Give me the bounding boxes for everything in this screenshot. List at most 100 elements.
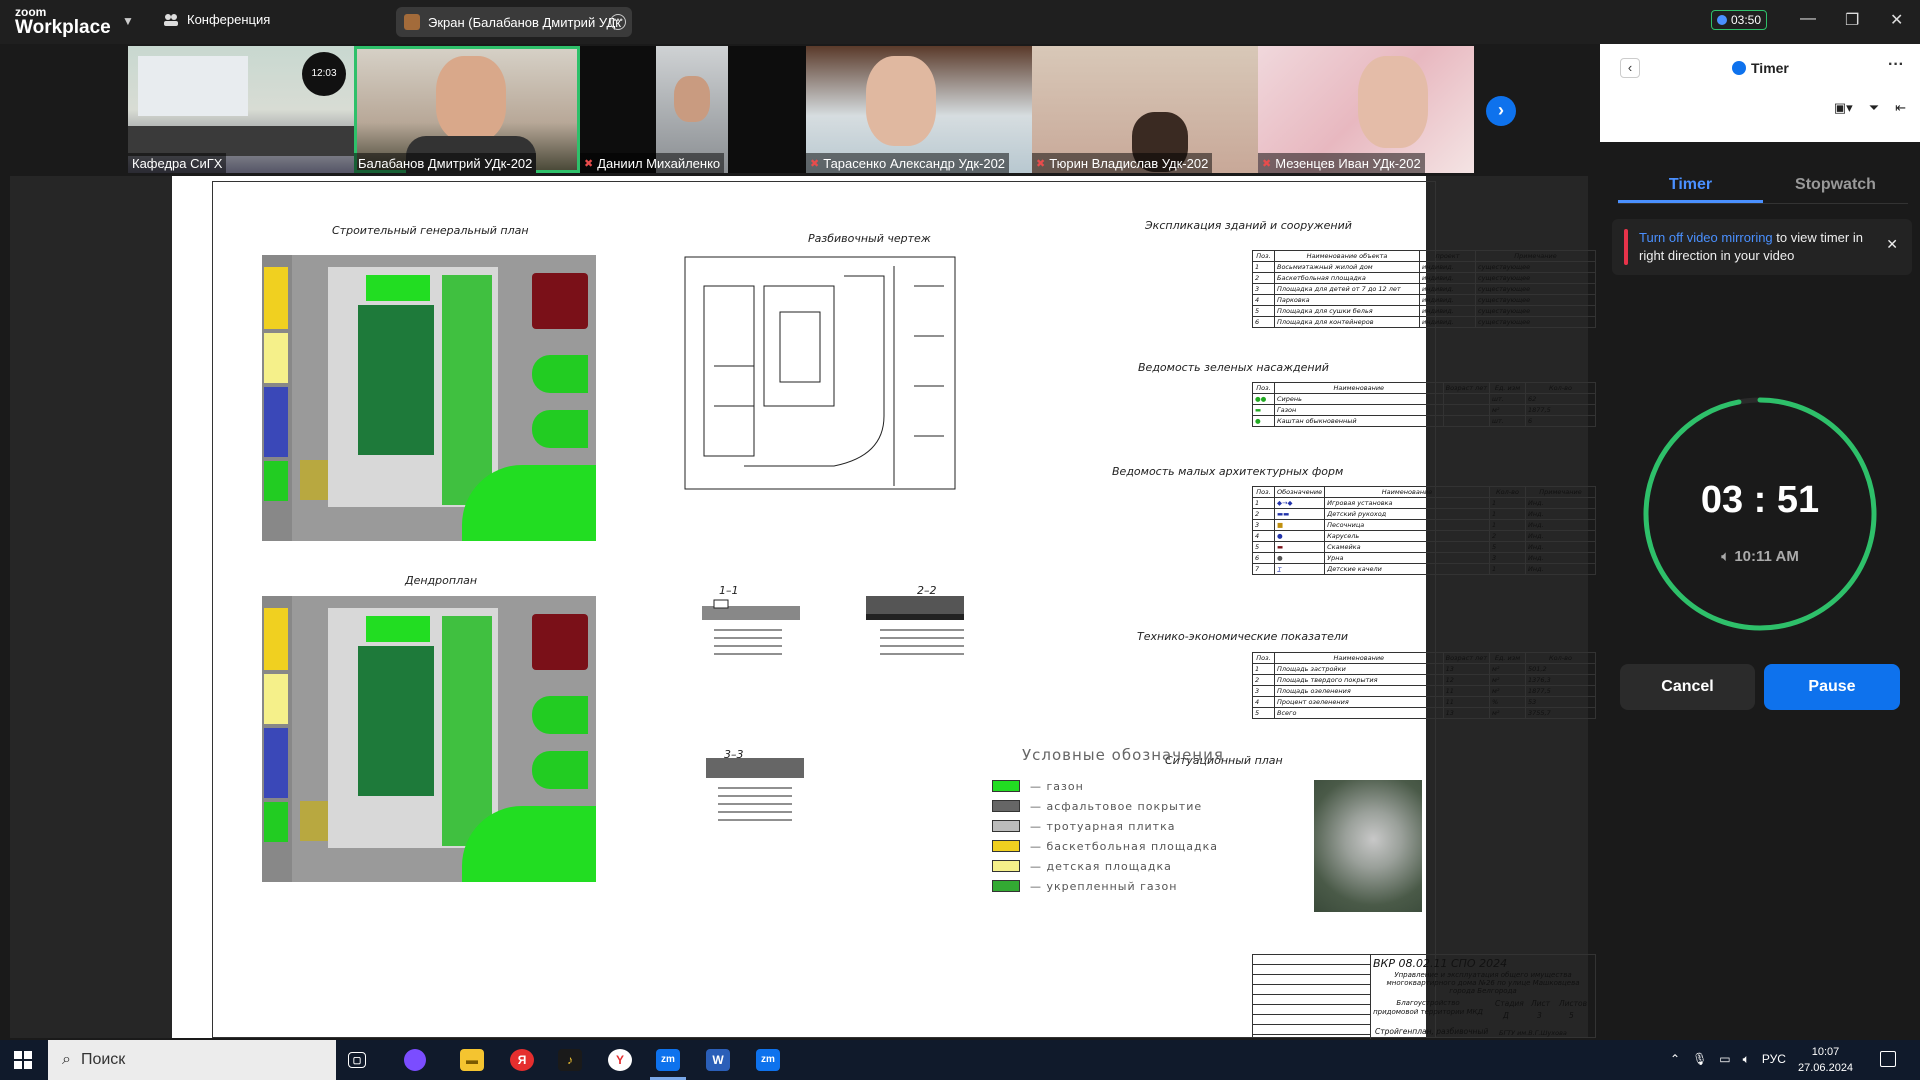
clock-date: 27.06.2024: [1798, 1062, 1854, 1074]
filter-icon[interactable]: ⏷: [1869, 100, 1879, 116]
tab-stopwatch[interactable]: Stopwatch: [1763, 174, 1908, 203]
table-cell: Инд.: [1525, 563, 1596, 575]
yandex-icon[interactable]: Y: [608, 1049, 632, 1071]
layout-drawing: [684, 256, 956, 490]
table-header: Возраст лет: [1442, 382, 1491, 394]
table-cell: 2: [1252, 272, 1275, 284]
table-cell: 3: [1489, 552, 1526, 564]
table-cell: Скамейка: [1324, 541, 1490, 553]
table-header: Наименование: [1324, 486, 1490, 498]
table-cell: 1877,5: [1525, 404, 1596, 416]
task-view-icon[interactable]: ▢: [348, 1052, 366, 1068]
table-cell: Инд.: [1525, 497, 1596, 509]
zoom-app-icon[interactable]: zm: [656, 1049, 680, 1071]
participant-tile[interactable]: 12:03 Кафедра СиГХ: [128, 46, 354, 173]
system-clock[interactable]: 10:07 27.06.2024: [1798, 1044, 1853, 1076]
table-header: Поз.: [1252, 486, 1275, 498]
participant-tile[interactable]: ✖ Даниил Михайленко: [580, 46, 806, 173]
alice-icon[interactable]: [404, 1049, 426, 1071]
more-icon[interactable]: •••: [610, 14, 626, 30]
stamp-sheet-label: Лист: [1531, 999, 1551, 1008]
taskbar-search[interactable]: ⌕ Поиск: [48, 1040, 336, 1080]
table-row: 7 Ɪ Детские качели 1 Инд.: [1252, 563, 1596, 575]
table-cell: существующее: [1475, 283, 1596, 295]
legend-item: — газон: [992, 776, 1224, 796]
minimize-icon[interactable]: —: [1800, 10, 1816, 28]
table-row: 3 ■ Песочница 1 Инд.: [1252, 519, 1596, 531]
participant-tile[interactable]: ✖ Тарасенко Александр Удк-202: [806, 46, 1032, 173]
table-cell: Инд.: [1525, 519, 1596, 531]
chevron-down-icon[interactable]: ▼: [122, 14, 134, 28]
close-icon[interactable]: ✕: [1890, 10, 1903, 30]
table-cell: существующее: [1475, 316, 1596, 328]
screen-share-pill[interactable]: Экран (Балабанов Дмитрий УДк •••: [396, 7, 632, 37]
turn-off-mirroring-link[interactable]: Turn off video mirroring: [1639, 230, 1773, 245]
table-header: Кол-во: [1489, 486, 1526, 498]
participant-tile[interactable]: ✖ Тюрин Владислав Удк-202: [1032, 46, 1258, 173]
volume-icon[interactable]: 🔈︎: [1743, 1052, 1750, 1067]
file-explorer-icon[interactable]: ▬: [460, 1049, 484, 1071]
situation-plan-image: [1314, 780, 1422, 912]
table-cell: Площадь застройки: [1274, 663, 1444, 675]
table-header: Наименование объекта: [1274, 250, 1420, 262]
green-table: Поз. Наименование Возраст лет Ед. изм Ко…: [1252, 382, 1596, 427]
table-header-row: Поз. Обозначение Наименование Кол-во При…: [1252, 486, 1596, 498]
chevron-up-icon[interactable]: ⌃: [1670, 1052, 1680, 1067]
conference-label: Конференция: [187, 12, 271, 27]
network-icon[interactable]: ▭: [1719, 1052, 1730, 1067]
basketball-court: [264, 267, 288, 329]
pause-button[interactable]: Pause: [1764, 664, 1900, 710]
language-indicator[interactable]: РУС: [1762, 1052, 1786, 1067]
table-cell: 1: [1489, 519, 1526, 531]
zoom-app-icon[interactable]: zm: [756, 1049, 780, 1071]
word-icon[interactable]: W: [706, 1049, 730, 1071]
timer-app-icon: [1732, 61, 1746, 75]
table-cell: 5: [1252, 305, 1275, 317]
table-header: Кол-во: [1525, 652, 1596, 664]
zoom-logo[interactable]: zoom Workplace: [15, 6, 111, 37]
table-row: 4 Парковка индивид. существующее: [1252, 294, 1596, 306]
mic-muted-icon: ✖: [810, 157, 820, 170]
timer-badge[interactable]: 03:50: [1711, 10, 1767, 30]
monkey-bars-icon: ▬▬: [1273, 508, 1326, 520]
table-cell: 1: [1252, 497, 1275, 509]
reinforced-lawn: [442, 616, 492, 846]
table-cell: 2: [1252, 674, 1275, 686]
table-row: 3 Площадь озеленения 11 м² 1877,5: [1252, 685, 1596, 697]
stamp-stage: Д: [1503, 1011, 1509, 1020]
tab-timer[interactable]: Timer: [1618, 174, 1763, 203]
table-header: Возраст лет: [1442, 652, 1491, 664]
camera-share-icon[interactable]: ▣▾: [1834, 100, 1853, 116]
panel-title: Timer: [1732, 60, 1789, 76]
table-cell: шт.: [1489, 393, 1526, 405]
table-cell: [1442, 415, 1491, 427]
windows-start-icon[interactable]: [14, 1051, 32, 1069]
maximize-icon[interactable]: ❐: [1845, 10, 1859, 30]
table-header: Ед. изм: [1489, 382, 1526, 394]
carousel-icon: ●: [1273, 530, 1326, 542]
table-header: Поз.: [1252, 382, 1275, 394]
conference-button[interactable]: Конференция: [163, 12, 270, 27]
section-1-drawing: [702, 599, 800, 655]
timer-panel: ‹ Timer ··· ▣▾ ⏷ ⇤ Timer Stopwatch Turn …: [1600, 44, 1920, 1036]
explication-title: Экспликация зданий и сооружений: [1145, 219, 1352, 232]
participant-tile[interactable]: ✖ Мезенцев Иван УДк-202: [1258, 46, 1474, 173]
cancel-button[interactable]: Cancel: [1620, 664, 1755, 710]
table-row: 5 ▬ Скамейка 5 Инд.: [1252, 541, 1596, 553]
participant-name: ✖ Даниил Михайленко: [580, 153, 725, 173]
next-page-button[interactable]: ›: [1486, 96, 1516, 126]
microphone-icon[interactable]: 🎙︎: [1692, 1052, 1707, 1067]
yandex-music-icon[interactable]: ♪: [558, 1049, 582, 1071]
table-cell: [1442, 393, 1491, 405]
collapse-panel-icon[interactable]: ⇤: [1895, 100, 1906, 116]
notifications-icon[interactable]: [1880, 1051, 1896, 1067]
more-options-icon[interactable]: ···: [1888, 56, 1904, 74]
table-cell: 4: [1252, 530, 1275, 542]
legend-swatch: [992, 820, 1020, 832]
back-icon[interactable]: ‹: [1620, 58, 1640, 78]
close-notice-icon[interactable]: ✕: [1886, 236, 1898, 253]
section-2-drawing: [866, 596, 964, 655]
yandex-browser-icon[interactable]: Я: [510, 1049, 534, 1071]
table-header: Примечание: [1525, 486, 1596, 498]
participant-tile[interactable]: Балабанов Дмитрий УДк-202: [354, 46, 580, 173]
